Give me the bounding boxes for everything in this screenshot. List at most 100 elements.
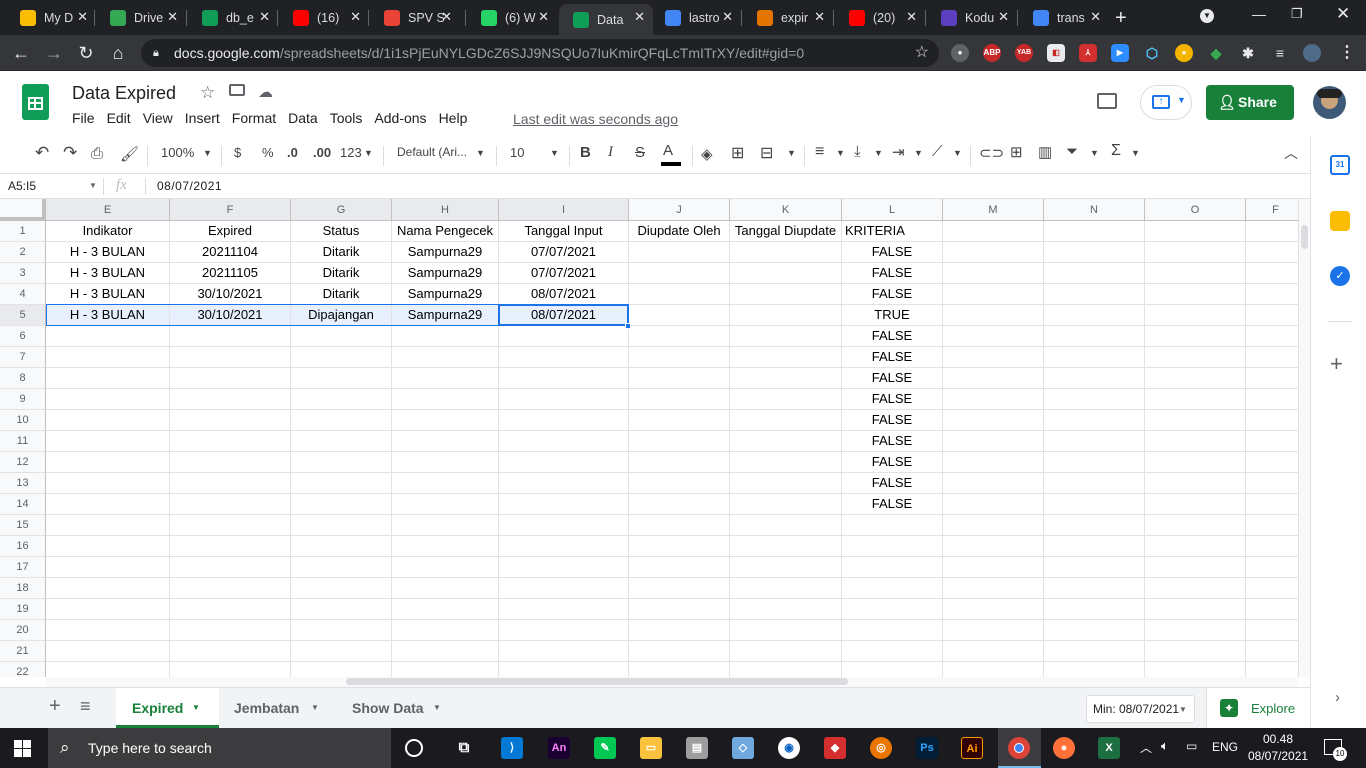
filter-icon[interactable]: ⏷ [1066,143,1078,160]
empty-cell[interactable] [1044,536,1145,557]
header-cell[interactable]: Tanggal Diupdate [730,221,842,242]
table-cell[interactable] [46,452,170,473]
task-view-icon[interactable]: ⧉ [453,737,475,759]
empty-cell[interactable] [499,662,629,677]
empty-cell[interactable] [943,473,1044,494]
header-cell[interactable]: Expired [170,221,291,242]
vertical-scrollbar[interactable] [1298,199,1310,677]
column-header[interactable]: N [1044,199,1145,221]
column-header[interactable]: F [1246,199,1298,221]
table-cell[interactable] [730,263,842,284]
table-cell[interactable]: FALSE [842,347,943,368]
empty-cell[interactable] [1145,452,1246,473]
table-cell[interactable] [291,326,392,347]
empty-cell[interactable] [1145,347,1246,368]
add-sheet-icon[interactable]: + [49,695,61,718]
empty-cell[interactable] [1246,494,1298,515]
column-header[interactable]: M [943,199,1044,221]
row-header[interactable]: 22 [0,662,46,677]
table-cell[interactable] [170,494,291,515]
table-cell[interactable]: FALSE [842,389,943,410]
table-cell[interactable] [291,452,392,473]
language-indicator[interactable]: ENG [1212,740,1238,754]
illustrator-icon[interactable]: Ai [961,737,983,759]
empty-cell[interactable] [392,557,499,578]
table-cell[interactable] [46,389,170,410]
table-cell[interactable]: H - 3 BULAN [46,242,170,263]
merge-cells-icon[interactable]: ⊟ [760,143,773,163]
empty-cell[interactable] [291,515,392,536]
empty-cell[interactable] [730,557,842,578]
paint-format-icon[interactable]: 🖌︎ [120,145,139,163]
table-cell[interactable] [170,452,291,473]
close-tab-icon[interactable]: ✕ [634,9,645,25]
empty-cell[interactable] [1145,284,1246,305]
empty-cell[interactable] [499,557,629,578]
row-header[interactable]: 1 [0,221,46,242]
table-cell[interactable] [629,389,730,410]
row-header[interactable]: 2 [0,242,46,263]
empty-cell[interactable] [842,662,943,677]
forward-icon[interactable]: → [42,41,66,65]
decrease-decimal-button[interactable]: .0 [287,145,298,160]
row-header[interactable]: 7 [0,347,46,368]
browser-tab[interactable]: Drive ✕ [96,4,186,31]
empty-cell[interactable] [943,389,1044,410]
table-cell[interactable]: Ditarik [291,242,392,263]
table-cell[interactable]: Sampurna29 [392,242,499,263]
empty-cell[interactable] [170,641,291,662]
table-cell[interactable] [730,494,842,515]
bookmark-star-icon[interactable]: ☆ [915,39,929,67]
empty-cell[interactable] [730,599,842,620]
empty-cell[interactable] [170,557,291,578]
table-cell[interactable] [170,410,291,431]
empty-cell[interactable] [499,599,629,620]
menu-tools[interactable]: Tools [330,110,363,126]
close-tab-icon[interactable]: ✕ [441,9,452,25]
close-tab-icon[interactable]: ✕ [167,9,178,25]
empty-cell[interactable] [1044,473,1145,494]
row-header[interactable]: 13 [0,473,46,494]
empty-cell[interactable] [730,641,842,662]
empty-cell[interactable] [1246,410,1298,431]
functions-icon[interactable]: Σ [1111,142,1121,160]
browser-tab[interactable]: Kodu ✕ [927,4,1017,31]
empty-cell[interactable] [1044,641,1145,662]
empty-cell[interactable] [392,536,499,557]
move-folder-icon[interactable] [229,84,245,96]
empty-cell[interactable] [499,620,629,641]
empty-cell[interactable] [1246,368,1298,389]
table-cell[interactable] [629,305,730,326]
insert-chart-icon[interactable]: ▥ [1038,143,1052,161]
column-header[interactable]: G [291,199,392,221]
empty-cell[interactable] [1145,536,1246,557]
empty-cell[interactable] [1246,263,1298,284]
table-cell[interactable]: FALSE [842,431,943,452]
column-header[interactable]: J [629,199,730,221]
empty-cell[interactable] [842,536,943,557]
clock-time[interactable]: 00.48 [1263,732,1293,746]
app-icon[interactable]: ◆ [824,737,846,759]
insert-comment-icon[interactable]: ⊞ [1010,143,1023,161]
currency-format-button[interactable]: $ [234,145,241,160]
close-tab-icon[interactable]: ✕ [1090,9,1101,25]
close-tab-icon[interactable]: ✕ [77,9,88,25]
file-explorer-icon[interactable]: ▭ [640,737,662,759]
table-cell[interactable] [170,326,291,347]
empty-cell[interactable] [943,368,1044,389]
table-cell[interactable] [730,431,842,452]
empty-cell[interactable] [730,620,842,641]
table-cell[interactable] [46,368,170,389]
table-cell[interactable] [170,473,291,494]
text-rotation-icon[interactable]: ⟋ [932,143,943,160]
table-cell[interactable] [46,473,170,494]
empty-cell[interactable] [943,410,1044,431]
empty-cell[interactable] [943,221,1044,242]
empty-cell[interactable] [943,662,1044,677]
table-cell[interactable]: Sampurna29 [392,305,499,326]
empty-cell[interactable] [629,620,730,641]
table-cell[interactable] [392,347,499,368]
table-cell[interactable]: FALSE [842,263,943,284]
empty-cell[interactable] [1246,515,1298,536]
firefox-icon[interactable]: ● [1053,737,1075,759]
